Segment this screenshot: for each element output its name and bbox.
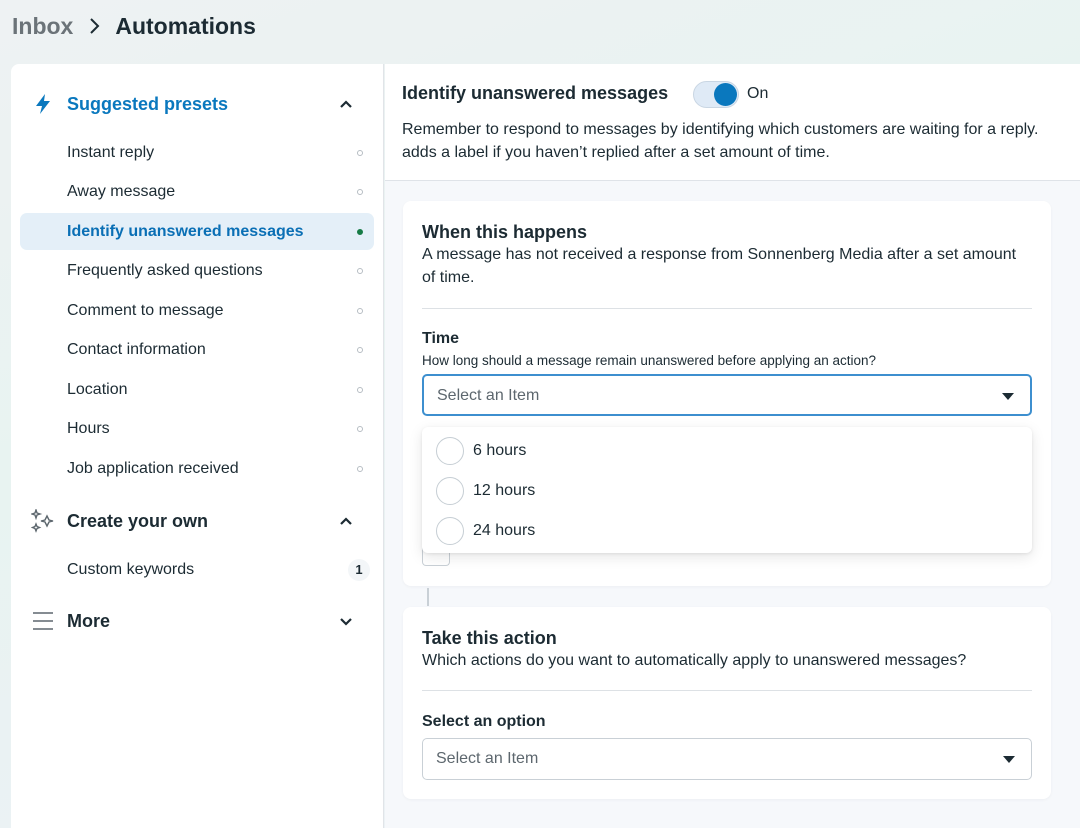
sidebar-item-identify-unanswered[interactable]: Identify unanswered messages bbox=[20, 213, 374, 250]
sidebar-item-job-application[interactable]: Job application received bbox=[20, 450, 374, 487]
caret-down-icon bbox=[1003, 756, 1015, 763]
status-dot bbox=[357, 386, 363, 393]
status-dot-active bbox=[357, 228, 363, 235]
description-line-1: Remember to respond to messages by ident… bbox=[402, 121, 1039, 138]
automation-description: Remember to respond to messages by ident… bbox=[402, 118, 1080, 164]
time-select[interactable]: Select an Item bbox=[422, 374, 1032, 416]
page-title: Automations bbox=[115, 12, 256, 39]
description-line-2: adds a label if you haven’t replied afte… bbox=[402, 144, 830, 161]
option-label: 24 hours bbox=[473, 522, 536, 539]
sidebar-item-label: Comment to message bbox=[67, 301, 224, 319]
section-title: More bbox=[67, 610, 111, 631]
time-option-24-hours[interactable]: 24 hours bbox=[422, 510, 1032, 550]
automation-title: Identify unanswered messages bbox=[402, 83, 669, 103]
sparkles-icon bbox=[31, 509, 55, 533]
time-label: Time bbox=[422, 330, 460, 347]
lightning-icon bbox=[31, 92, 55, 116]
status-dot bbox=[357, 188, 363, 195]
radio-button[interactable] bbox=[436, 477, 464, 505]
sidebar-item-label: Instant reply bbox=[67, 143, 155, 161]
option-label: 6 hours bbox=[473, 442, 527, 459]
divider bbox=[422, 690, 1032, 691]
toggle-knob bbox=[714, 83, 737, 106]
sidebar-item-label: Location bbox=[67, 380, 128, 398]
status-dot bbox=[357, 346, 363, 353]
chevron-right-icon bbox=[89, 17, 101, 35]
caret-down-icon bbox=[1002, 393, 1014, 400]
action-title: Take this action bbox=[422, 628, 557, 648]
action-select-placeholder: Select an Item bbox=[436, 750, 539, 767]
action-select[interactable]: Select an Item bbox=[422, 738, 1032, 780]
option-label: 12 hours bbox=[473, 482, 536, 499]
action-card: Take this action Which actions do you wa… bbox=[403, 607, 1051, 799]
breadcrumb: Inbox Automations bbox=[12, 8, 256, 44]
chevron-down-icon[interactable] bbox=[338, 613, 354, 629]
action-description: Which actions do you want to automatical… bbox=[422, 652, 967, 669]
time-option-6-hours[interactable]: 6 hours bbox=[422, 430, 1032, 470]
status-dot bbox=[357, 425, 363, 432]
sidebar-item-hours[interactable]: Hours bbox=[20, 410, 374, 447]
sidebar-item-label: Job application received bbox=[67, 459, 239, 477]
sidebar-item-location[interactable]: Location bbox=[20, 371, 374, 408]
time-help-text: How long should a message remain unanswe… bbox=[422, 353, 877, 368]
status-dot bbox=[357, 267, 363, 274]
section-suggested-presets[interactable]: Suggested presets bbox=[11, 84, 384, 124]
sidebar-item-faq[interactable]: Frequently asked questions bbox=[20, 252, 374, 289]
status-dot bbox=[357, 307, 363, 314]
sidebar-item-contact-information[interactable]: Contact information bbox=[20, 331, 374, 368]
radio-button[interactable] bbox=[436, 437, 464, 465]
sidebar-item-instant-reply[interactable]: Instant reply bbox=[20, 134, 374, 171]
time-select-placeholder: Select an Item bbox=[437, 387, 540, 404]
sidebar-item-label: Custom keywords bbox=[67, 560, 195, 578]
count-badge: 1 bbox=[348, 558, 370, 581]
breadcrumb-inbox-link[interactable]: Inbox bbox=[12, 13, 73, 40]
chevron-up-icon[interactable] bbox=[338, 96, 354, 112]
sidebar-item-label: Contact information bbox=[67, 340, 206, 358]
section-title: Create your own bbox=[67, 510, 209, 531]
action-option-label: Select an option bbox=[422, 713, 546, 730]
sidebar-item-comment-to-message[interactable]: Comment to message bbox=[20, 292, 374, 329]
flow-connector bbox=[427, 588, 429, 606]
sidebar-item-label: Frequently asked questions bbox=[67, 261, 263, 279]
section-more[interactable]: More bbox=[11, 601, 384, 641]
sidebar-item-away-message[interactable]: Away message bbox=[20, 173, 374, 210]
section-create-your-own[interactable]: Create your own bbox=[11, 501, 384, 541]
trigger-title: When this happens bbox=[422, 222, 588, 242]
chevron-up-icon[interactable] bbox=[338, 513, 354, 529]
sidebar-item-label: Identify unanswered messages bbox=[67, 222, 304, 240]
section-title: Suggested presets bbox=[67, 93, 229, 114]
toggle-label: On bbox=[747, 85, 769, 102]
automation-header: Identify unanswered messages On Remember… bbox=[385, 64, 1080, 181]
time-dropdown-menu: 6 hours 12 hours 24 hours bbox=[422, 427, 1032, 553]
menu-icon bbox=[31, 609, 55, 633]
sidebar-item-label: Hours bbox=[67, 419, 110, 437]
divider bbox=[422, 308, 1032, 309]
trigger-description: A message has not received a response fr… bbox=[422, 246, 1017, 286]
radio-button[interactable] bbox=[436, 517, 464, 545]
status-dot bbox=[357, 149, 363, 156]
sidebar: Suggested presets Instant reply Away mes… bbox=[11, 64, 384, 828]
status-dot bbox=[357, 465, 363, 472]
sidebar-item-label: Away message bbox=[67, 182, 176, 200]
automation-toggle[interactable] bbox=[693, 81, 739, 108]
time-option-12-hours[interactable]: 12 hours bbox=[422, 470, 1032, 510]
sidebar-item-custom-keywords[interactable]: Custom keywords 1 bbox=[20, 551, 374, 588]
